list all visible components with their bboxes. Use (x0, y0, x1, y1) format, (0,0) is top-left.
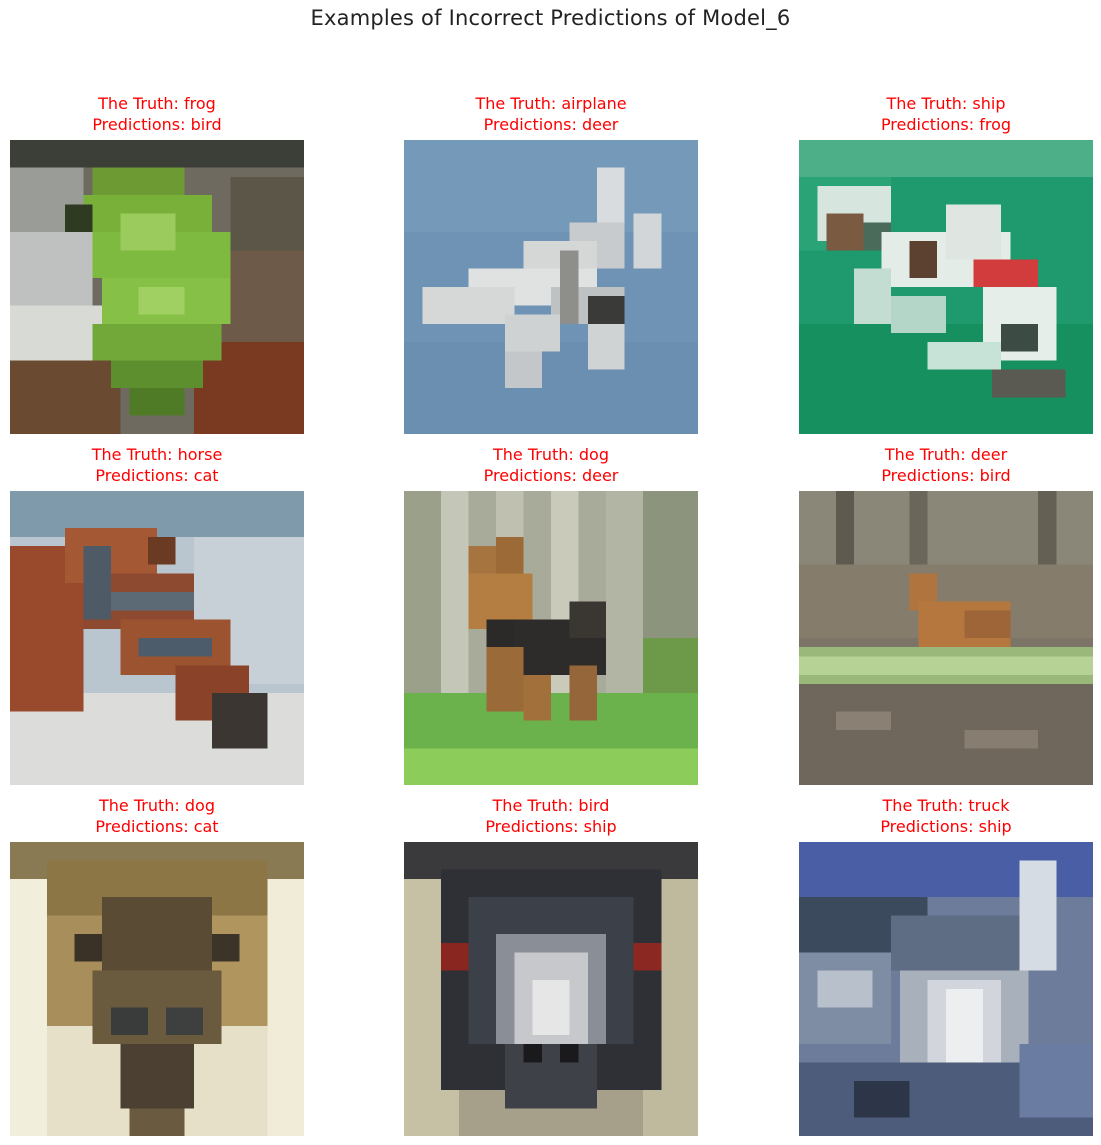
truth-label: The Truth: bird (492, 796, 610, 815)
truth-label: The Truth: dog (99, 796, 215, 815)
panel-caption: The Truth: airplane Predictions: deer (404, 93, 698, 135)
prediction-label: Predictions: deer (483, 115, 619, 134)
airplane-image (404, 140, 698, 434)
prediction-label: Predictions: bird (881, 466, 1011, 485)
truth-label: The Truth: truck (882, 796, 1010, 815)
truth-label: The Truth: dog (493, 445, 609, 464)
prediction-label: Predictions: cat (95, 466, 219, 485)
horse-image (10, 491, 304, 785)
prediction-label: Predictions: deer (483, 466, 619, 485)
panel-caption: The Truth: deer Predictions: bird (799, 444, 1093, 486)
prediction-label: Predictions: bird (92, 115, 222, 134)
truth-label: The Truth: frog (98, 94, 216, 113)
panel-caption: The Truth: truck Predictions: ship (799, 795, 1093, 837)
panel-caption: The Truth: bird Predictions: ship (404, 795, 698, 837)
truck-image (799, 842, 1093, 1136)
truth-label: The Truth: ship (886, 94, 1006, 113)
dog-face-image (10, 842, 304, 1136)
panel-caption: The Truth: frog Predictions: bird (10, 93, 304, 135)
prediction-label: Predictions: frog (880, 115, 1012, 134)
figure-title: Examples of Incorrect Predictions of Mod… (310, 6, 791, 30)
panel-caption: The Truth: horse Predictions: cat (10, 444, 304, 486)
ship-image (799, 140, 1093, 434)
frog-image (10, 140, 304, 434)
bird-image (404, 842, 698, 1136)
panel-caption: The Truth: dog Predictions: cat (10, 795, 304, 837)
prediction-label: Predictions: cat (95, 817, 219, 836)
panel-caption: The Truth: ship Predictions: frog (799, 93, 1093, 135)
truth-label: The Truth: airplane (475, 94, 627, 113)
prediction-label: Predictions: ship (485, 817, 617, 836)
truth-label: The Truth: deer (884, 445, 1008, 464)
prediction-label: Predictions: ship (880, 817, 1012, 836)
truth-label: The Truth: horse (91, 445, 223, 464)
panel-caption: The Truth: dog Predictions: deer (404, 444, 698, 486)
deer-image (799, 491, 1093, 785)
dog-image (404, 491, 698, 785)
